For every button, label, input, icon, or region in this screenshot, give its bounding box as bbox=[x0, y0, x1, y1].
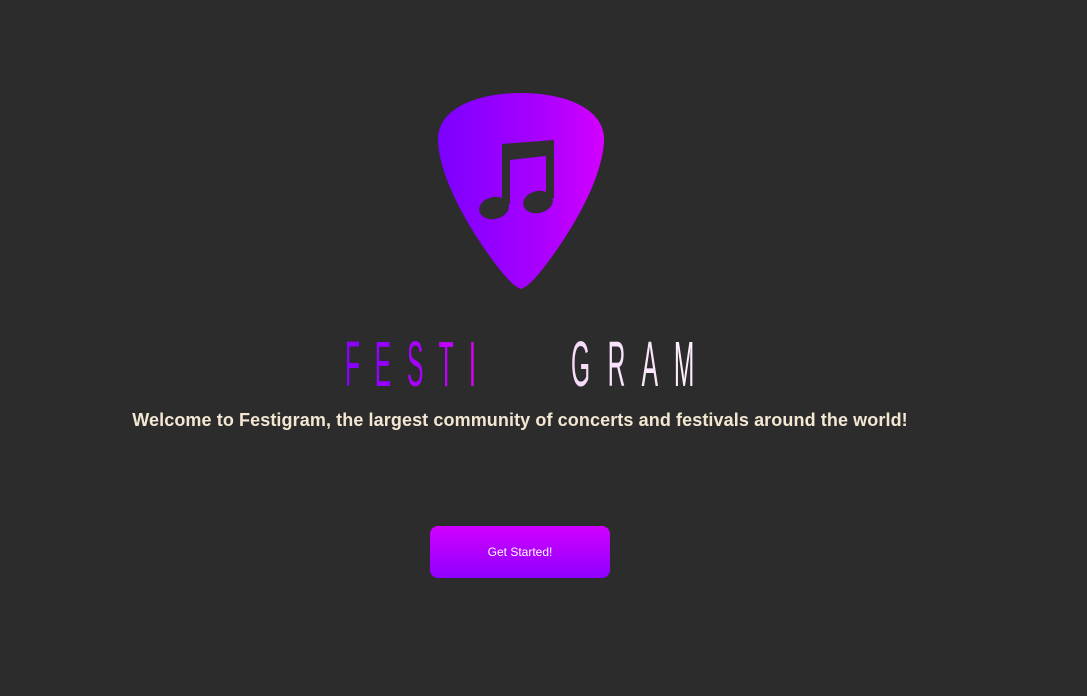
wordmark-letter: G bbox=[571, 328, 594, 400]
wordmark-festi: FESTI bbox=[345, 328, 485, 400]
get-started-button[interactable]: Get Started! bbox=[430, 526, 610, 578]
wordmark-letter: M bbox=[674, 328, 699, 400]
wordmark-letter: E bbox=[374, 328, 395, 400]
wordmark-letter: R bbox=[607, 328, 630, 400]
wordmark-letter: I bbox=[468, 328, 480, 400]
wordmark-letter: A bbox=[642, 328, 662, 400]
festigram-wordmark: FESTI GRAM bbox=[345, 328, 700, 400]
guitar-pick-music-note-icon bbox=[437, 93, 605, 289]
welcome-text: Welcome to Festigram, the largest commun… bbox=[132, 410, 908, 430]
wordmark-letter: F bbox=[345, 328, 364, 400]
wordmark-gram: GRAM bbox=[571, 328, 712, 400]
wordmark-letter: T bbox=[438, 328, 458, 400]
wordmark-letter: S bbox=[406, 328, 427, 400]
